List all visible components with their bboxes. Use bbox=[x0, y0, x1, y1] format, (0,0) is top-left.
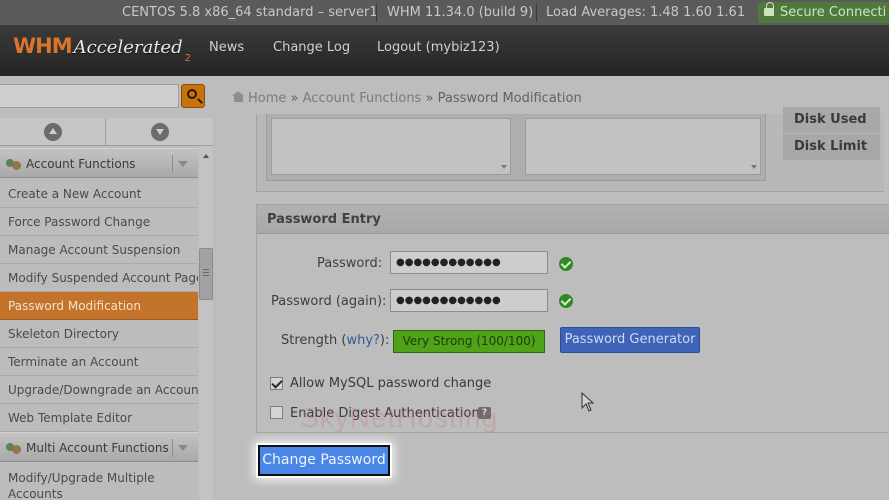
divider bbox=[172, 439, 173, 457]
category-label: Account Functions bbox=[26, 157, 136, 171]
digest-auth-checkbox[interactable] bbox=[270, 406, 283, 419]
users-icon bbox=[6, 441, 22, 455]
strength-label-text: Strength ( bbox=[281, 333, 347, 348]
domain-select-list[interactable] bbox=[271, 118, 511, 175]
check-icon bbox=[559, 257, 573, 271]
whm-logo[interactable]: WHM Accelerated2 bbox=[13, 34, 191, 66]
scroll-down-arrow-icon[interactable] bbox=[751, 165, 757, 169]
sidebar-item-modify-upgrade-multiple[interactable]: Modify/Upgrade Multiple Accounts bbox=[0, 464, 198, 500]
breadcrumb-current: Password Modification bbox=[437, 91, 582, 106]
strength-label: Strength (why?): bbox=[281, 333, 389, 348]
sidebar-item-force-password-change[interactable]: Force Password Change bbox=[0, 208, 198, 236]
sidebar-item-terminate-account[interactable]: Terminate an Account bbox=[0, 348, 198, 376]
password-entry-panel: Password Entry bbox=[256, 204, 889, 433]
server-status-bar: CENTOS 5.8 x86_64 standard – server1 WHM… bbox=[0, 0, 889, 25]
panel-title: Password Entry bbox=[267, 212, 381, 227]
password-generator-button[interactable]: Password Generator bbox=[560, 327, 700, 353]
sidebar-item-create-account[interactable]: Create a New Account bbox=[0, 180, 198, 208]
sidebar-item-manage-suspension[interactable]: Manage Account Suspension bbox=[0, 236, 198, 264]
divider bbox=[536, 3, 537, 22]
sidebar-item-web-template-editor[interactable]: Web Template Editor bbox=[0, 404, 198, 432]
password-entry-header: Password Entry bbox=[257, 205, 889, 234]
lock-icon bbox=[764, 2, 774, 16]
strength-label-end: ): bbox=[379, 333, 390, 348]
nav-logout[interactable]: Logout (mybiz123) bbox=[377, 25, 500, 76]
user-select-list[interactable] bbox=[525, 118, 761, 175]
check-icon bbox=[559, 294, 573, 308]
breadcrumb-separator: » bbox=[425, 91, 434, 106]
breadcrumb-account-functions[interactable]: Account Functions bbox=[303, 91, 422, 106]
password-again-label: Password (again): bbox=[271, 294, 387, 309]
category-multi-account-functions[interactable]: Multi Account Functions bbox=[0, 432, 198, 462]
allow-mysql-label[interactable]: Allow MySQL password change bbox=[290, 376, 491, 391]
search-button[interactable] bbox=[181, 84, 205, 108]
why-link[interactable]: why? bbox=[346, 333, 379, 348]
scroll-down-arrow-icon[interactable] bbox=[501, 165, 507, 169]
sidebar: Account Functions Create a New Account F… bbox=[0, 118, 216, 500]
sidebar-item-modify-suspended-page[interactable]: Modify Suspended Account Page bbox=[0, 264, 198, 292]
watermark: SkyNetHosting bbox=[300, 402, 499, 433]
strength-meter: Very Strong (100/100) bbox=[393, 330, 545, 353]
category-account-functions[interactable]: Account Functions bbox=[0, 148, 198, 178]
nav-change-log[interactable]: Change Log bbox=[273, 25, 350, 76]
breadcrumb: Home » Account Functions » Password Modi… bbox=[232, 84, 582, 114]
users-icon bbox=[6, 157, 22, 171]
mouse-cursor-icon bbox=[581, 392, 595, 412]
secure-connection-label: Secure Connecti bbox=[780, 5, 887, 20]
load-averages: Load Averages: 1.48 1.60 1.61 bbox=[546, 5, 746, 20]
sidebar-item-password-modification[interactable]: Password Modification bbox=[0, 292, 198, 320]
chevron-down-icon[interactable] bbox=[178, 445, 188, 451]
top-header: WHM Accelerated2 News Change Log Logout (… bbox=[0, 25, 889, 76]
password-again-input[interactable]: ●●●●●●●●●●●● bbox=[390, 289, 548, 312]
allow-mysql-checkbox[interactable] bbox=[270, 377, 283, 390]
scroll-up-arrow-icon[interactable] bbox=[203, 154, 209, 158]
change-password-button[interactable]: Change Password bbox=[256, 443, 392, 478]
password-label: Password: bbox=[317, 256, 383, 271]
sidebar-item-label: Accounts bbox=[8, 487, 63, 500]
category-label: Multi Account Functions bbox=[26, 441, 169, 455]
home-icon[interactable] bbox=[232, 91, 245, 102]
logo-accelerated: Accelerated bbox=[73, 37, 183, 58]
arrow-up-icon bbox=[44, 123, 62, 141]
server-info: CENTOS 5.8 x86_64 standard – server1 bbox=[122, 5, 378, 20]
sidebar-scroll-down-button[interactable] bbox=[106, 118, 213, 146]
sidebar-item-skeleton-directory[interactable]: Skeleton Directory bbox=[0, 320, 198, 348]
secure-connection-badge[interactable]: Secure Connecti bbox=[758, 2, 889, 23]
sidebar-scroll-up-button[interactable] bbox=[0, 118, 105, 146]
sort-disk-used-button[interactable]: Disk Used bbox=[783, 107, 880, 133]
password-input[interactable]: ●●●●●●●●●●●● bbox=[390, 251, 548, 274]
logo-version: 2 bbox=[184, 53, 191, 64]
breadcrumb-separator: » bbox=[290, 91, 299, 106]
divider bbox=[376, 3, 377, 22]
whm-version: WHM 11.34.0 (build 9) bbox=[387, 5, 534, 20]
sidebar-item-label: Modify/Upgrade Multiple bbox=[8, 471, 155, 485]
search-icon bbox=[187, 89, 197, 99]
sidebar-scrollbar-thumb[interactable] bbox=[199, 248, 213, 300]
breadcrumb-home[interactable]: Home bbox=[248, 91, 286, 106]
sidebar-item-upgrade-downgrade[interactable]: Upgrade/Downgrade an Account bbox=[0, 376, 198, 404]
sidebar-scroll-controls bbox=[0, 118, 213, 146]
sort-disk-limit-button[interactable]: Disk Limit bbox=[783, 134, 880, 160]
arrow-down-icon bbox=[151, 123, 169, 141]
nav-news[interactable]: News bbox=[209, 25, 244, 76]
sidebar-search-input[interactable] bbox=[0, 84, 179, 108]
sidebar-scrollbar[interactable] bbox=[199, 146, 213, 500]
chevron-down-icon[interactable] bbox=[178, 161, 188, 167]
logo-whm: WHM bbox=[13, 34, 73, 58]
divider bbox=[172, 155, 173, 173]
